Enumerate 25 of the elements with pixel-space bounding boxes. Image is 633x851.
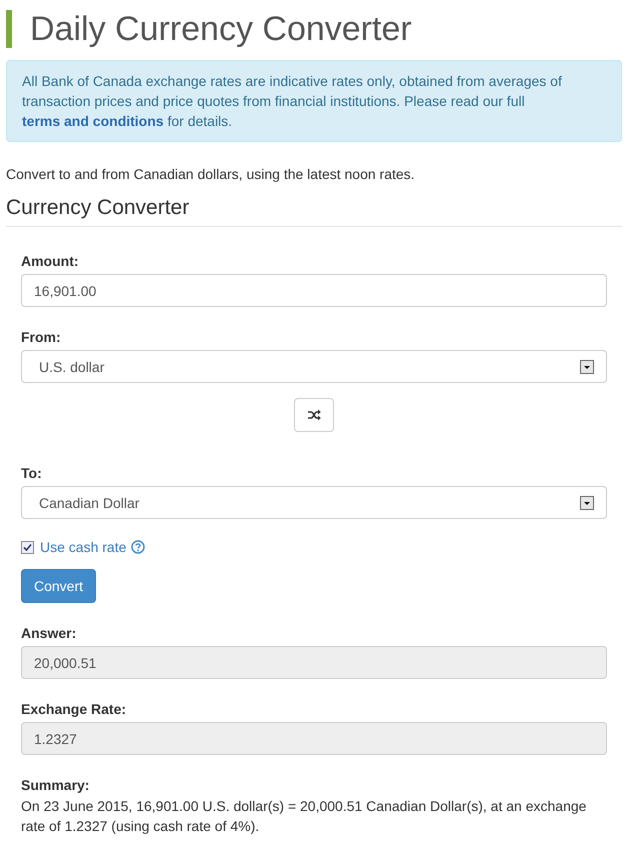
dropdown-caret-icon: [580, 496, 594, 510]
field-label: Amount:: [21, 252, 80, 271]
help-icon[interactable]: [131, 540, 146, 554]
field-label: Exchange Rate:: [21, 700, 128, 719]
to-select[interactable]: Canadian Dollar: [21, 486, 607, 519]
field-label: From:: [21, 328, 62, 347]
summary-label: Summary:: [21, 776, 90, 795]
amount-field[interactable]: 16,901.00: [21, 274, 607, 307]
convert-button[interactable]: Convert: [21, 569, 96, 603]
from-select[interactable]: U.S. dollar: [21, 350, 607, 383]
answer-field[interactable]: 20,000.51: [21, 646, 607, 679]
shuffle-icon: [307, 409, 321, 421]
section-title: Currency Converter: [6, 194, 622, 227]
intro-text: Convert to and from Canadian dollars, using the latest noon rates.: [6, 165, 416, 184]
cash-rate-checkbox[interactable]: [21, 540, 34, 554]
dropdown-caret-icon: [580, 360, 594, 374]
cash-rate-label[interactable]: Use cash rate: [40, 539, 126, 555]
terms-link[interactable]: terms and conditions: [22, 113, 164, 129]
field-label: Answer:: [21, 624, 78, 643]
summary-text: On 23 June 2015, 16,901.00 U.S. dollar(s) = 20,000.51 Canadian Dollar(s), at an exchange rate of 1.2327 (using cash rate of 4%).: [21, 797, 588, 836]
field-label: To:: [21, 464, 43, 483]
notice-text: All Bank of Canada exchange rates are indicative rates only, obtained from averages of transaction prices and price quotes from financial institutions. Please read our full terms and conditions for details.: [22, 72, 563, 131]
exchange-rate-field[interactable]: 1.2327: [21, 722, 607, 755]
swap-button[interactable]: [294, 398, 334, 432]
page-title: Daily Currency Converter: [6, 10, 622, 48]
